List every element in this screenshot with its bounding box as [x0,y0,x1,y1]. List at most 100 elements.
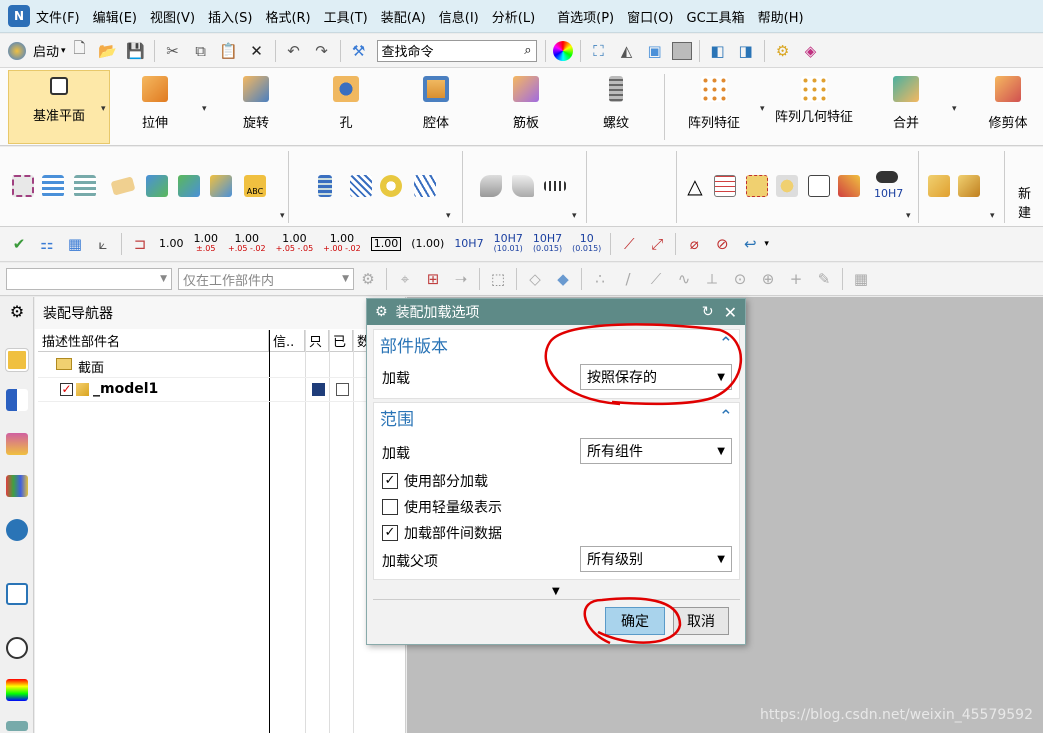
clip-section-icon[interactable]: ◨ [735,40,757,62]
snap-perp-icon[interactable]: ⟂ [701,268,723,290]
cancel-button[interactable]: 取消 [673,607,729,635]
dialog-gear-icon[interactable]: ⚙ [375,304,388,320]
assembly-constraint-icon[interactable]: ⚏ [36,233,58,255]
grid-table-icon[interactable] [714,175,736,197]
part-navigator-icon[interactable] [6,433,28,455]
menu-insert[interactable]: 插入(S) [208,7,252,26]
render-style-icon[interactable]: ◭ [616,40,638,62]
dimension-frame-icon[interactable]: ⊐ [129,233,151,255]
select-box-icon[interactable]: ⊞ [422,268,444,290]
menu-assembly[interactable]: 装配(A) [381,7,426,26]
settings-gear-icon[interactable]: ⚙ [6,301,28,323]
assembly-filter-icon[interactable]: ⚙ [357,268,379,290]
scope-filter-select[interactable]: 仅在工作部件内 ▼ [178,268,354,290]
menu-tools[interactable]: 工具(T) [324,7,368,26]
resize-face-icon[interactable] [210,175,232,197]
start-menu-label[interactable]: 启动 [33,41,59,60]
col-part-name[interactable]: 描述性部件名 [38,330,269,351]
point-set-icon[interactable] [12,175,34,197]
open-folder-icon[interactable]: 📂 [97,40,119,62]
pattern-feature-button[interactable]: 阵列特征 [676,70,752,144]
color-wheel-icon[interactable] [552,40,573,61]
part-version-header[interactable]: 部件版本 ⌃ [374,330,739,358]
snap-tangent-icon[interactable]: ⟋ [645,268,667,290]
col-modified[interactable]: 已 [329,330,353,351]
paste-icon[interactable]: 📋 [218,40,240,62]
menu-analysis[interactable]: 分析(L) [492,7,535,26]
command-finder-icon[interactable]: ⚒ [348,40,370,62]
cube-view-icon[interactable]: ◆ [552,268,574,290]
close-icon[interactable]: ✕ [724,303,737,322]
offset-face-icon[interactable] [178,175,200,197]
pocket-button[interactable]: 腔体 [406,70,466,144]
section-view-icon[interactable]: ◧ [707,40,729,62]
rect-select-icon[interactable]: ⬚ [487,268,509,290]
extrude-button[interactable]: 拉伸 [125,70,185,144]
abc-text-icon[interactable]: ABC [244,175,266,197]
hole-button[interactable]: 孔 [316,70,376,144]
history-icon[interactable] [6,583,28,605]
dim-value-limit-3[interactable]: 1.00 +.00 -.02 [323,233,361,254]
tree-node-section[interactable]: 截面 [38,354,406,378]
visibility-checkbox[interactable]: ✓ [60,383,73,396]
label-tag-icon[interactable] [110,176,136,196]
start-icon[interactable] [8,41,26,60]
triangle-icon[interactable]: △ [684,175,706,197]
menu-gc-toolbox[interactable]: GC工具箱 [687,7,745,26]
copy-icon[interactable]: ⧉ [190,40,212,62]
lightweight-option[interactable]: 使用轻量级表示 [382,497,502,517]
snap-curve-icon[interactable]: ∿ [673,268,695,290]
clock-icon[interactable] [6,637,28,659]
assembly-navigator-tab-icon[interactable] [6,349,28,371]
dim-value-limit[interactable]: 1.00 +.05 -.02 [228,233,266,254]
datum-axes-icon[interactable] [746,175,768,197]
diameter-2-icon[interactable]: ⊘ [711,233,733,255]
dim-value-limit-2[interactable]: 1.00 +.05 -.05 [276,233,314,254]
fit-view-icon[interactable]: ⛶ [588,40,610,62]
dim-value-basic[interactable]: 1.00 [370,237,402,251]
scope-load-select[interactable]: 所有组件 ▼ [580,438,732,464]
datum-plane-button[interactable]: 基准平面 [8,70,110,144]
shaded-cube-icon[interactable]: ▣ [644,40,666,62]
menu-format[interactable]: 格式(R) [265,7,310,26]
interpart-data-checkbox[interactable]: ✓ [382,525,398,541]
tree-node-model1[interactable]: ✓ _model1 [38,378,406,402]
table-edit-icon[interactable]: ▦ [64,233,86,255]
layer-icon[interactable]: ⚙ [772,40,794,62]
trim-body-button[interactable]: 修剪体 [976,70,1040,144]
command-search-input[interactable]: 查找命令 ⌕ [376,39,537,62]
measure-tool-icon[interactable] [544,181,566,191]
stack-boxes-icon[interactable] [928,175,950,197]
coordinate-axes-icon[interactable]: ⟀ [92,233,114,255]
dim-value-plain[interactable]: 1.00 [159,238,184,249]
spring-icon[interactable] [350,175,372,197]
type-filter-select[interactable]: ▼ [6,268,172,290]
binoculars-icon[interactable] [876,171,898,183]
dim-value-fit[interactable]: 10H7 [454,238,483,249]
constraint-navigator-icon[interactable] [6,389,28,411]
note-icon[interactable] [808,175,830,197]
dim-value-fit-2[interactable]: 10H7 (10.01) [494,233,523,254]
move-face-icon[interactable] [146,175,168,197]
layers-stack-icon[interactable] [42,175,64,197]
menu-preferences[interactable]: 首选项(P) [557,7,614,26]
ok-button[interactable]: 确定 [605,607,665,635]
cylinders-icon[interactable] [776,175,798,197]
diameter-icon[interactable]: ⌀ [683,233,705,255]
snap-line-icon[interactable]: / [617,268,639,290]
snap-point-icon[interactable]: ⌖ [394,268,416,290]
grid-icon[interactable]: ▦ [850,268,872,290]
wire-cut-icon[interactable] [414,175,436,197]
snap-center-icon[interactable]: ⊙ [729,268,751,290]
snap-arrow-icon[interactable]: ➝ [450,268,472,290]
collapse-chevron-icon[interactable]: ⌃ [719,334,733,354]
col-info[interactable]: 信.. [269,330,305,351]
return-arrow-icon[interactable]: ↩ [739,233,761,255]
delete-icon[interactable]: ✕ [246,40,268,62]
dim-value-tolerance[interactable]: 1.00 ±.05 [194,233,219,254]
library-books-icon[interactable] [6,475,28,497]
save-icon[interactable]: 💾 [125,40,147,62]
thread-button[interactable]: 螺纹 [586,70,646,144]
lightweight-checkbox[interactable] [382,499,398,515]
palette-icon[interactable] [6,679,28,701]
